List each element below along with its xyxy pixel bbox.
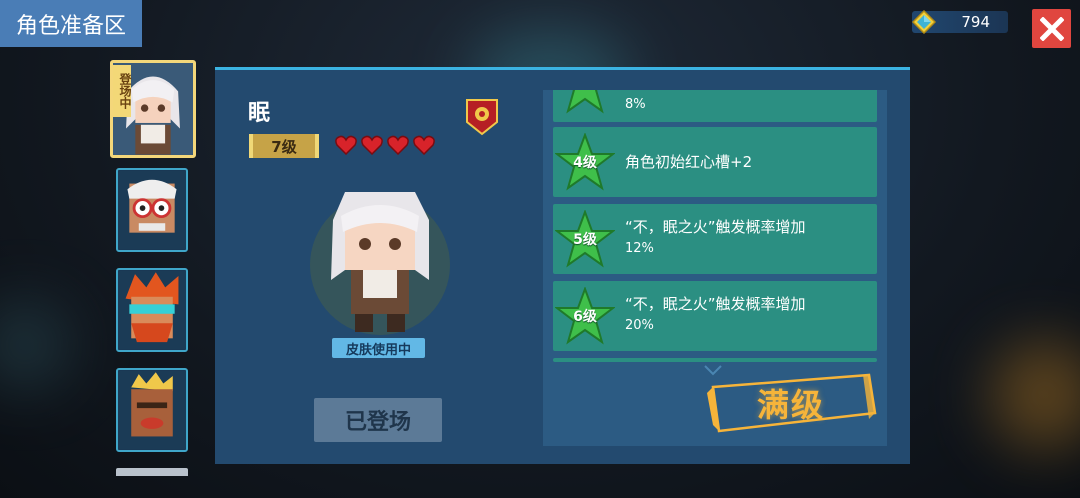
currency-amount: 794 bbox=[961, 13, 990, 31]
character-slot[interactable] bbox=[116, 168, 188, 252]
character-portrait bbox=[118, 270, 186, 350]
character-model-preview[interactable] bbox=[305, 170, 455, 340]
character-list: 登场中 bbox=[108, 60, 198, 480]
level-reward-row: 8% bbox=[553, 90, 877, 122]
character-slot[interactable] bbox=[116, 268, 188, 352]
character-name: 眠 bbox=[248, 101, 271, 126]
level-reward-value: 20% bbox=[625, 318, 654, 333]
level-number: 5级 bbox=[573, 232, 597, 248]
heart-icon bbox=[387, 135, 409, 155]
level-star: 4级 bbox=[554, 132, 616, 191]
character-portrait bbox=[118, 370, 186, 450]
character-detail-panel: 眠 7级 皮肤使用中 已登场 8% 4级 角色初始红心槽+2 5级 “不，眠之火… bbox=[215, 67, 910, 464]
level-reward-title: “不，眠之火”触发概率增加 bbox=[625, 295, 806, 313]
background-glow bbox=[0, 300, 70, 390]
level-star: 5级 bbox=[554, 209, 616, 268]
level-reward-row-partial bbox=[553, 358, 877, 362]
deployed-button[interactable]: 已登场 bbox=[314, 398, 442, 442]
level-reward-row: 4级 角色初始红心槽+2 bbox=[553, 127, 877, 197]
character-level-badge: 7级 bbox=[249, 134, 319, 158]
level-reward-title: 角色初始红心槽+2 bbox=[625, 153, 753, 171]
background-glow bbox=[990, 340, 1080, 450]
heart-slots bbox=[335, 135, 435, 155]
close-icon bbox=[1039, 16, 1064, 41]
level-reward-value: 12% bbox=[625, 241, 654, 256]
gem-icon bbox=[912, 10, 936, 34]
character-portrait bbox=[118, 170, 186, 250]
level-star-icon bbox=[566, 90, 604, 114]
level-reward-title: “不，眠之火”触发概率增加 bbox=[625, 218, 806, 236]
level-reward-row: 6级 “不，眠之火”触发概率增加 20% bbox=[553, 281, 877, 351]
character-slot-partial[interactable] bbox=[116, 468, 188, 476]
class-emblem-icon[interactable] bbox=[465, 96, 499, 136]
max-level-badge: 满级 bbox=[703, 373, 879, 433]
character-slot[interactable] bbox=[116, 368, 188, 452]
level-number: 6级 bbox=[573, 309, 597, 325]
level-star: 6级 bbox=[554, 286, 616, 345]
level-reward-row: 5级 “不，眠之火”触发概率增加 12% bbox=[553, 204, 877, 274]
heart-icon bbox=[335, 135, 357, 155]
skin-status-badge: 皮肤使用中 bbox=[332, 338, 425, 358]
heart-icon bbox=[361, 135, 383, 155]
deployed-tag: 登场中 bbox=[113, 65, 132, 117]
character-slot-mian[interactable]: 登场中 bbox=[110, 60, 196, 158]
level-number: 4级 bbox=[573, 155, 597, 171]
heart-icon bbox=[413, 135, 435, 155]
level-reward-value: 8% bbox=[625, 97, 646, 112]
page-title: 角色准备区 bbox=[0, 0, 142, 47]
max-level-label: 满级 bbox=[756, 386, 825, 424]
close-button[interactable] bbox=[1032, 9, 1071, 48]
